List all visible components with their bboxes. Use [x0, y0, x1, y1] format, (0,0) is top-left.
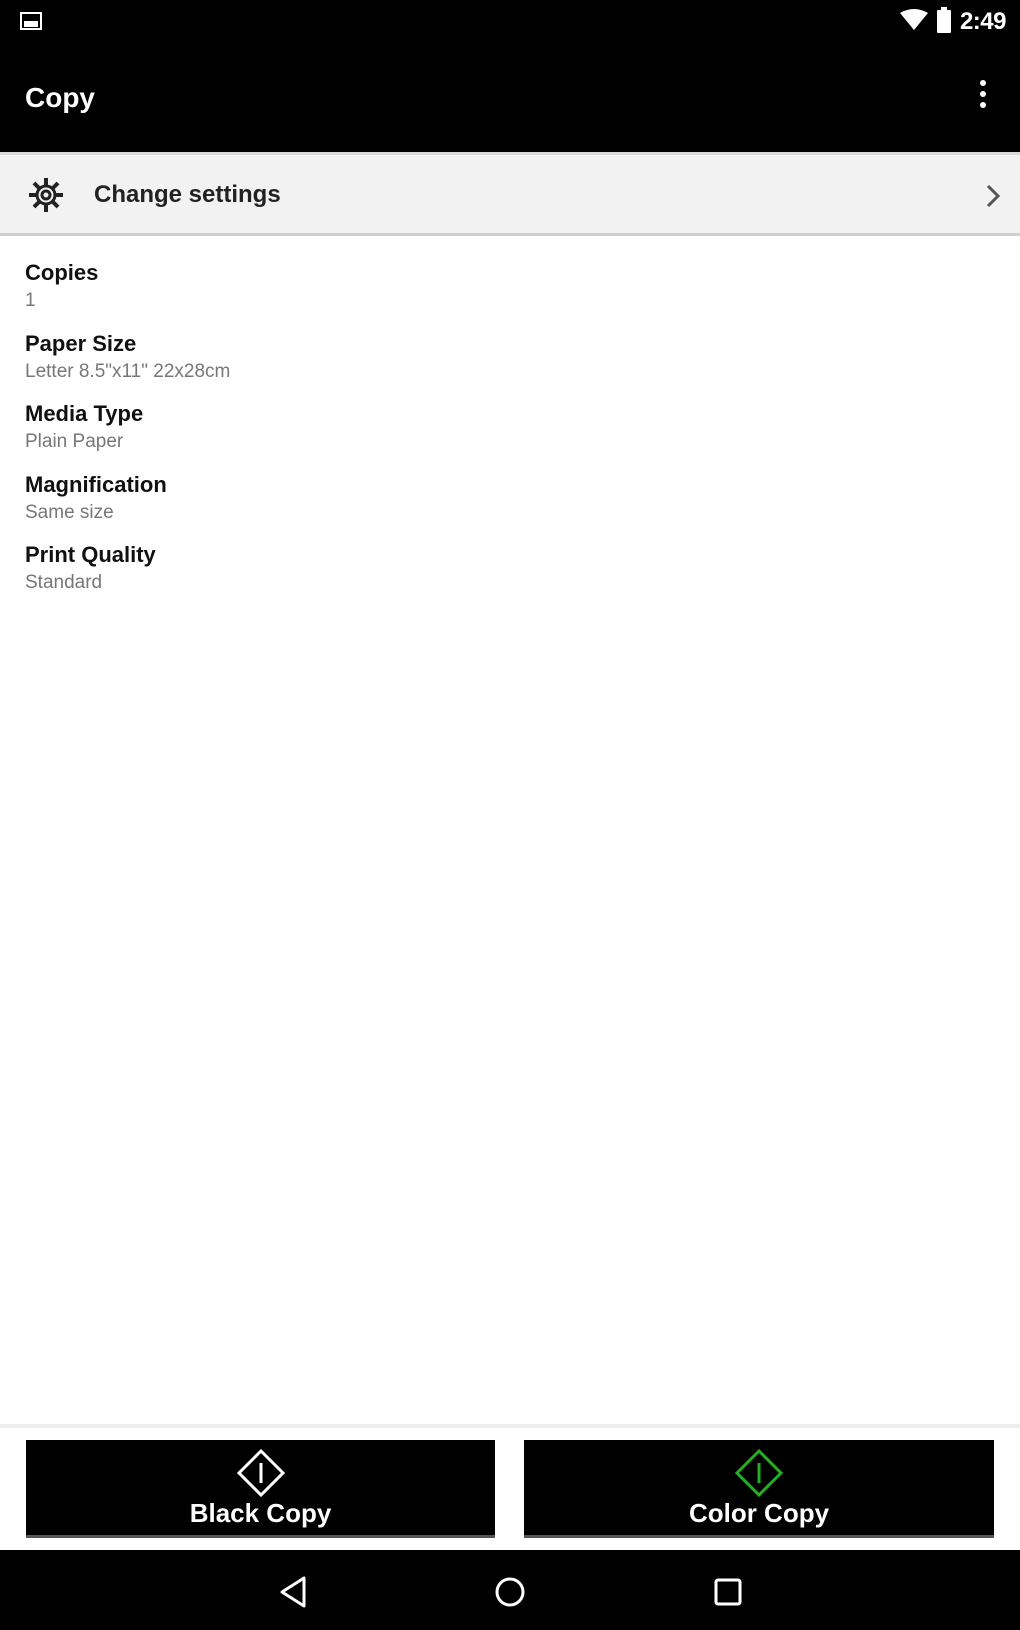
setting-value: 1 [25, 290, 36, 311]
image-notification-icon [20, 12, 42, 35]
more-vert-icon-dot [980, 102, 986, 108]
setting-title: Copies [25, 260, 99, 285]
color-copy-button[interactable]: Color Copy [524, 1440, 994, 1538]
setting-value: Same size [25, 501, 114, 523]
setting-copies: Copies 1 [25, 260, 985, 331]
change-settings-label: Change settings [94, 181, 281, 208]
chevron-right-icon [984, 181, 1002, 211]
setting-value: Plain Paper [25, 431, 124, 452]
app-bar: Copy [0, 44, 1020, 152]
setting-title: Paper Size [25, 330, 137, 356]
setting-value: Letter 8.5"x11" 22x28cm [25, 360, 231, 382]
copy-settings-list: Copies 1 Paper Size Letter 8.5"x11" 22x2… [25, 260, 985, 613]
setting-value: Standard [25, 572, 103, 593]
gear-icon [26, 175, 66, 215]
more-vert-icon [980, 80, 986, 86]
black-copy-label: Black Copy [189, 1498, 332, 1528]
setting-media-type: Media Type Plain Paper [25, 401, 985, 472]
setting-magnification: Magnification Same size [25, 472, 985, 543]
battery-icon [936, 6, 952, 38]
more-options-button[interactable] [966, 74, 1000, 114]
recents-icon[interactable] [706, 1570, 750, 1614]
setting-paper-size: Paper Size Letter 8.5"x11" 22x28cm [25, 331, 985, 402]
home-icon[interactable] [488, 1570, 532, 1614]
start-diamond-icon [734, 1448, 784, 1498]
wifi-icon [899, 8, 928, 36]
setting-title: Print Quality [25, 542, 156, 567]
more-vert-icon-dot [980, 91, 986, 97]
color-copy-label: Color Copy [688, 1498, 830, 1528]
back-icon[interactable] [272, 1570, 316, 1614]
setting-title: Media Type [25, 401, 144, 426]
copy-screen: 2:49 Copy Change settings Copies 1 Paper… [0, 0, 1020, 1630]
status-bar: 2:49 [0, 0, 1020, 44]
change-settings-row[interactable]: Change settings [0, 152, 1020, 236]
navigation-bar [0, 1550, 1020, 1630]
start-diamond-icon [236, 1448, 286, 1498]
black-copy-button[interactable]: Black Copy [26, 1440, 495, 1538]
setting-print-quality: Print Quality Standard [25, 542, 985, 613]
status-icons: 2:49 [899, 6, 1007, 38]
page-title: Copy [25, 82, 95, 113]
bottom-divider [0, 1424, 1020, 1428]
setting-title: Magnification [25, 471, 167, 497]
status-time: 2:49 [959, 8, 1007, 35]
